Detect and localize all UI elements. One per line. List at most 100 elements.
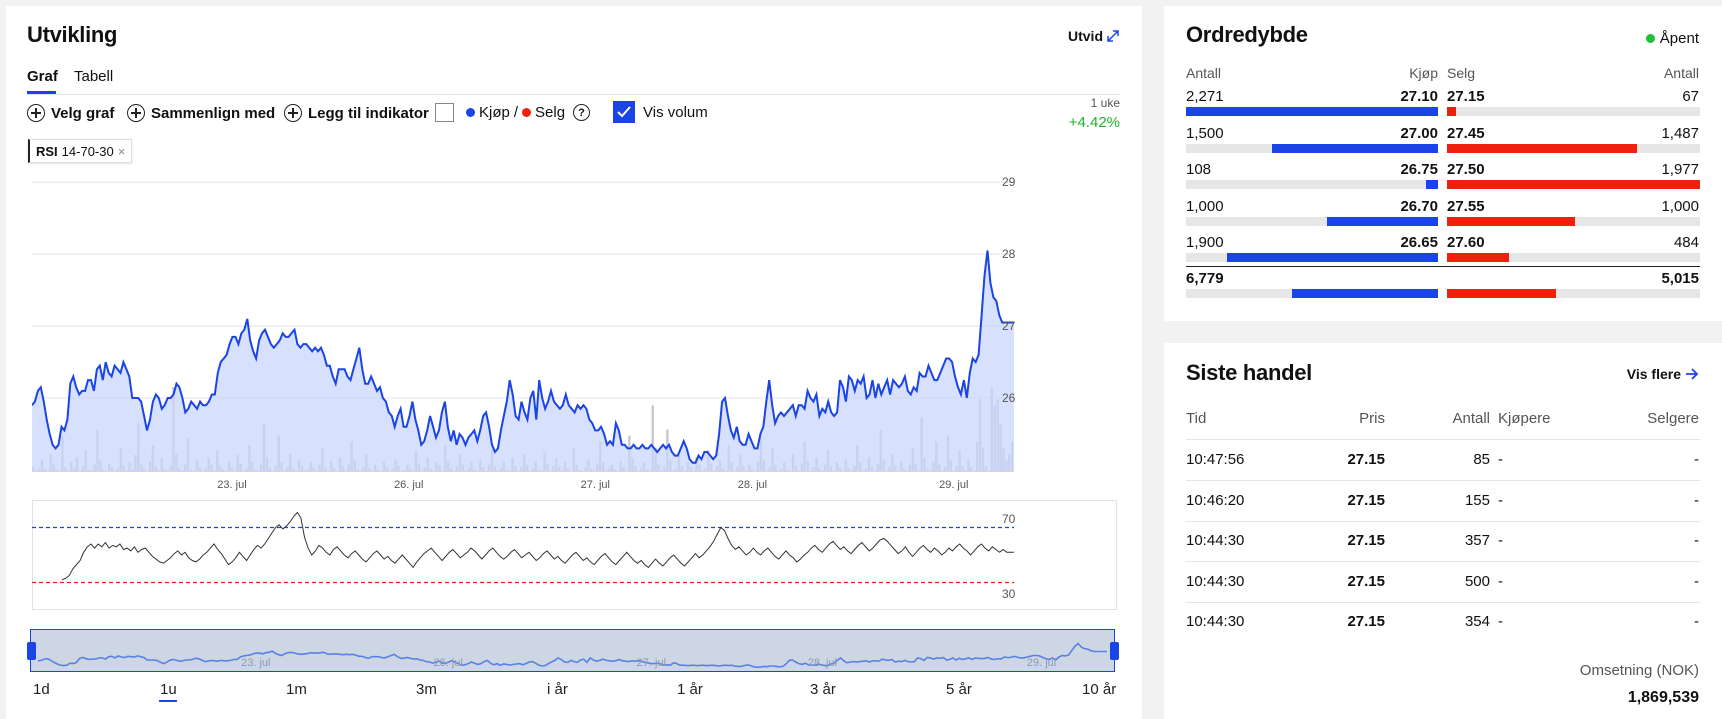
trade-row-divider bbox=[1186, 480, 1700, 481]
period-change: +4.42% bbox=[1068, 114, 1120, 131]
velg-graf-button[interactable]: Velg graf bbox=[27, 104, 114, 122]
kjop-selg-checkbox[interactable] bbox=[435, 103, 454, 122]
total-buy-qty: 6,779 bbox=[1186, 270, 1224, 287]
sell-depth-fill bbox=[1447, 143, 1638, 153]
indikator-button[interactable]: Legg til indikator bbox=[284, 104, 429, 122]
trade-price: 27.15 bbox=[1347, 491, 1385, 509]
arrow-right-icon bbox=[1686, 368, 1699, 380]
trade-buyer: - bbox=[1498, 613, 1503, 630]
price-chart[interactable] bbox=[32, 175, 1120, 472]
trade-seller: - bbox=[1694, 451, 1699, 468]
buy-depth-bar bbox=[1186, 107, 1438, 116]
rsi-chart[interactable] bbox=[32, 500, 1117, 610]
tab-graf[interactable]: Graf bbox=[27, 68, 58, 85]
navigator-x-label: 26. jul bbox=[433, 657, 463, 669]
buy-depth-fill bbox=[1186, 107, 1438, 116]
range-button-7[interactable]: 5 år bbox=[946, 681, 972, 698]
plus-circle-icon bbox=[27, 104, 45, 122]
range-button-2[interactable]: 1m bbox=[286, 681, 307, 698]
sell-qty: 1,487 bbox=[1661, 124, 1699, 142]
trade-price: 27.15 bbox=[1347, 613, 1385, 630]
trade-row-divider bbox=[1186, 520, 1700, 522]
range-button-3[interactable]: 3m bbox=[416, 681, 437, 698]
range-button-0[interactable]: 1d bbox=[33, 681, 50, 698]
buy-qty: 2,271 bbox=[1186, 88, 1224, 105]
navigator-x-label: 29. jul bbox=[1026, 657, 1057, 669]
range-button-4[interactable]: i år bbox=[547, 681, 568, 698]
vis-volum-checkbox[interactable] bbox=[613, 101, 635, 123]
trade-buyer: - bbox=[1498, 491, 1503, 509]
total-sell-fill bbox=[1447, 289, 1556, 298]
sell-depth-bar bbox=[1447, 253, 1700, 262]
x-tick-label: 26. jul bbox=[394, 479, 424, 491]
range-button-5[interactable]: 1 år bbox=[677, 681, 703, 698]
sell-depth-fill bbox=[1447, 253, 1509, 262]
sell-price[interactable]: 27.55 bbox=[1447, 198, 1485, 215]
sell-depth-bar bbox=[1447, 107, 1700, 116]
header-antall-buy: Antall bbox=[1186, 65, 1222, 81]
trades-title: Siste handel bbox=[1186, 360, 1312, 385]
sell-depth-bar bbox=[1447, 216, 1700, 226]
trade-seller: - bbox=[1694, 613, 1699, 630]
trade-qty: 357 bbox=[1464, 532, 1490, 549]
range-button-8[interactable]: 10 år bbox=[1082, 681, 1116, 698]
navigator-handle-left[interactable] bbox=[27, 642, 36, 660]
sell-price[interactable]: 27.50 bbox=[1447, 161, 1485, 178]
buy-price[interactable]: 27.10 bbox=[1300, 88, 1438, 105]
period-label: 1 uke bbox=[1090, 96, 1120, 110]
header-kjopere: Kjøpere bbox=[1498, 410, 1551, 427]
trade-time: 10:44:30 bbox=[1186, 532, 1245, 549]
vis-flere-link[interactable]: Vis flere bbox=[1627, 366, 1699, 382]
sell-price[interactable]: 27.45 bbox=[1447, 125, 1485, 142]
trade-qty: 155 bbox=[1464, 491, 1490, 509]
close-icon[interactable]: × bbox=[118, 144, 126, 159]
trade-time: 10:46:20 bbox=[1186, 491, 1245, 509]
vis-volum-label: Vis volum bbox=[643, 104, 708, 121]
trade-price: 27.15 bbox=[1347, 532, 1385, 549]
trade-buyer: - bbox=[1498, 572, 1503, 590]
expand-button[interactable]: Utvid bbox=[1068, 28, 1120, 44]
total-sell-bar bbox=[1447, 289, 1700, 298]
buy-price[interactable]: 26.75 bbox=[1300, 161, 1438, 178]
navigator-handle-right[interactable] bbox=[1110, 642, 1119, 660]
turnover-value: 1,869,539 bbox=[1627, 689, 1699, 706]
buy-price[interactable]: 26.65 bbox=[1300, 234, 1438, 251]
help-icon[interactable]: ? bbox=[573, 104, 591, 121]
trade-qty: 354 bbox=[1464, 613, 1490, 630]
y-tick-label: 28 bbox=[1002, 247, 1016, 262]
sell-price[interactable]: 27.15 bbox=[1447, 88, 1485, 105]
orderbook-total-divider bbox=[1186, 266, 1700, 267]
buy-price[interactable]: 27.00 bbox=[1300, 125, 1438, 142]
trade-time: 10:44:30 bbox=[1186, 572, 1245, 590]
sammenlign-button[interactable]: Sammenlign med bbox=[127, 104, 275, 122]
navigator-chart bbox=[37, 642, 1107, 668]
trade-time: 10:47:56 bbox=[1186, 451, 1245, 468]
trade-time: 10:44:30 bbox=[1186, 613, 1245, 630]
sell-qty: 484 bbox=[1673, 234, 1699, 251]
x-tick-label: 27. jul bbox=[580, 479, 610, 491]
trade-buyer: - bbox=[1498, 451, 1503, 468]
trade-price: 27.15 bbox=[1347, 451, 1385, 468]
buy-price[interactable]: 26.70 bbox=[1300, 198, 1438, 215]
trade-seller: - bbox=[1694, 532, 1699, 549]
rsi-tick-label: 30 bbox=[1002, 586, 1016, 601]
y-tick-label: 26 bbox=[1002, 391, 1016, 406]
buy-depth-bar bbox=[1186, 253, 1438, 262]
buy-qty: 1,000 bbox=[1186, 197, 1224, 215]
trade-price: 27.15 bbox=[1347, 572, 1385, 590]
range-button-6[interactable]: 3 år bbox=[810, 681, 836, 698]
navigator-x-label: 23. jul bbox=[241, 657, 271, 669]
sell-qty: 1,977 bbox=[1661, 161, 1699, 178]
sell-price[interactable]: 27.60 bbox=[1447, 234, 1485, 251]
x-tick-label: 28. jul bbox=[737, 479, 768, 491]
tab-tabell[interactable]: Tabell bbox=[74, 68, 113, 85]
buy-qty: 1,500 bbox=[1186, 124, 1224, 142]
x-tick-label: 29. jul bbox=[939, 479, 969, 491]
total-buy-fill bbox=[1291, 289, 1438, 298]
buy-dot-icon bbox=[466, 108, 475, 117]
header-tid: Tid bbox=[1186, 410, 1207, 427]
buy-depth-fill bbox=[1271, 143, 1438, 153]
header-antall-sell: Antall bbox=[1663, 65, 1699, 81]
range-button-1[interactable]: 1u bbox=[160, 681, 177, 698]
rsi-chip[interactable]: RSI 14-70-30 × bbox=[28, 139, 133, 163]
